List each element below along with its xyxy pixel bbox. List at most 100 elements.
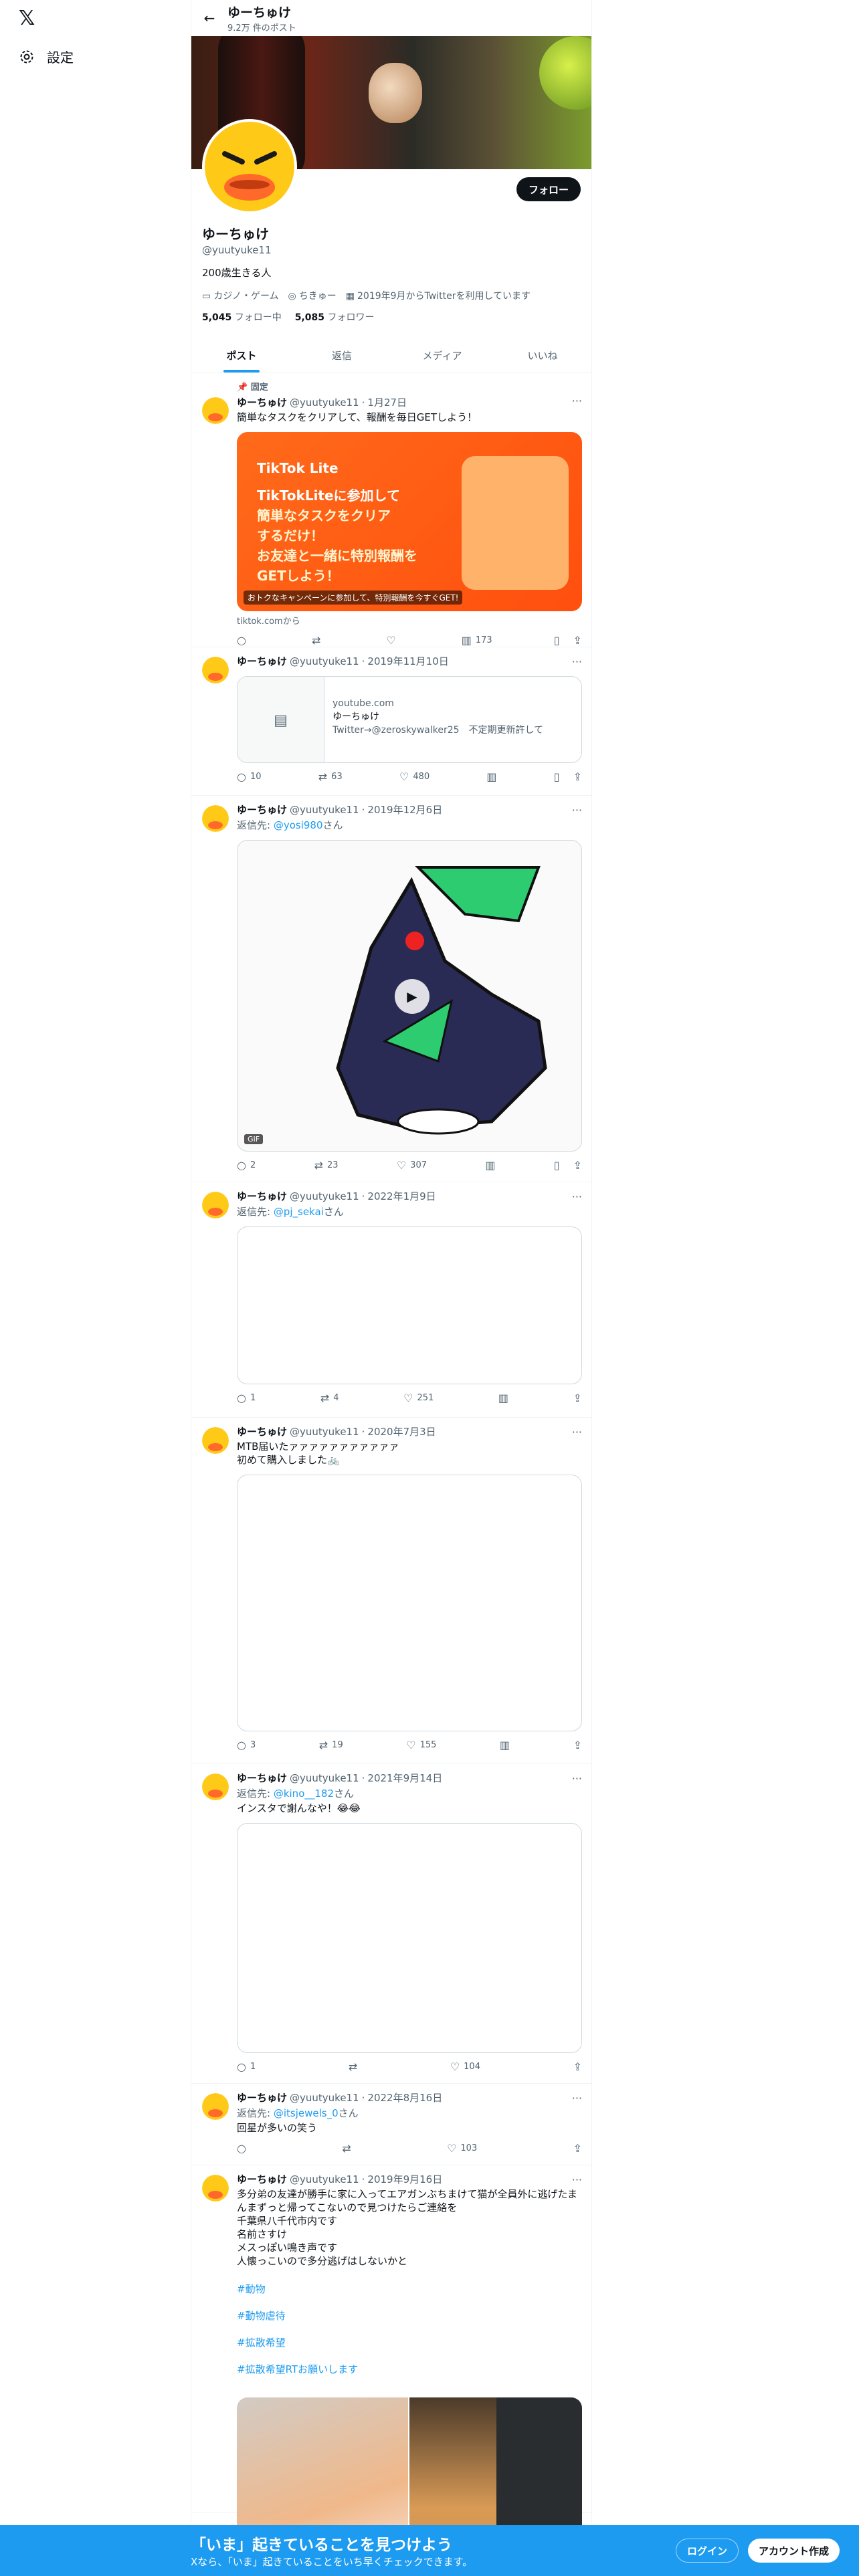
views-button[interactable]: ▥: [498, 1392, 508, 1404]
post-date[interactable]: 2022年1月9日: [367, 1189, 436, 1203]
like-button[interactable]: ♡ 480: [399, 770, 430, 783]
reply-to-link[interactable]: @itsjewels_0: [274, 2107, 339, 2119]
following-link[interactable]: 5,045 フォロー中: [202, 310, 282, 324]
post-author[interactable]: ゆーちゅけ: [237, 1189, 287, 1203]
avatar[interactable]: [202, 2175, 229, 2202]
media-placeholder[interactable]: [237, 1823, 582, 2053]
settings-link[interactable]: 設定: [19, 47, 74, 66]
post-author[interactable]: ゆーちゅけ: [237, 1771, 287, 1785]
play-icon[interactable]: ▶: [395, 979, 430, 1014]
share-button[interactable]: ⇪: [573, 2060, 582, 2073]
post[interactable]: ··· ゆーちゅけ @yuutyuke11 · 2019年11月10日 ▤ youtu…: [191, 647, 591, 796]
retweet-button[interactable]: ⇄ 63: [318, 770, 343, 783]
link-card[interactable]: ▤ youtube.com ゆーちゅけ Twitter→@zeroskywalk…: [237, 676, 582, 763]
reply-button[interactable]: ○ 3: [237, 1739, 256, 1751]
signup-button[interactable]: アカウント作成: [748, 2539, 840, 2563]
reply-button[interactable]: ○: [237, 2142, 246, 2155]
like-button[interactable]: ♡: [386, 634, 399, 647]
bookmark-share[interactable]: ▯ ⇪: [554, 634, 582, 647]
more-icon[interactable]: ···: [572, 1772, 582, 1785]
avatar[interactable]: [202, 1427, 229, 1454]
retweet-button[interactable]: ⇄ 4: [320, 1392, 339, 1404]
more-icon[interactable]: ···: [572, 2092, 582, 2105]
bookmark-share[interactable]: ▯ ⇪: [554, 1159, 582, 1172]
back-arrow-icon[interactable]: ←: [191, 10, 227, 26]
like-button[interactable]: ♡ 155: [406, 1739, 436, 1751]
post[interactable]: ··· ゆーちゅけ @yuutyuke11 · 2019年9月16日 多分弟の友達が勝…: [191, 2165, 591, 2576]
views-button[interactable]: ▥: [485, 1159, 495, 1172]
post-date[interactable]: 2019年11月10日: [367, 654, 448, 668]
reply-button[interactable]: ○: [237, 634, 250, 647]
post[interactable]: ··· ゆーちゅけ @yuutyuke11 · 2022年8月16日 返信先: @it…: [191, 2084, 591, 2165]
reply-button[interactable]: ○ 1: [237, 2060, 256, 2073]
hashtag-link[interactable]: #拡散希望: [237, 2336, 582, 2349]
post-date[interactable]: 2020年7月3日: [367, 1424, 436, 1438]
post-author[interactable]: ゆーちゅけ: [237, 2172, 287, 2186]
retweet-button[interactable]: ⇄: [312, 634, 324, 647]
x-logo-icon[interactable]: 𝕏: [19, 7, 35, 30]
post-date[interactable]: 1月27日: [367, 395, 407, 409]
reply-to-link[interactable]: @pj_sekai: [274, 1206, 324, 1218]
like-button[interactable]: ♡ 104: [450, 2060, 480, 2073]
share-button[interactable]: ⇪: [573, 2142, 582, 2155]
avatar[interactable]: [202, 397, 229, 424]
avatar[interactable]: [202, 2093, 229, 2120]
more-icon[interactable]: ···: [572, 804, 582, 817]
retweet-button[interactable]: ⇄: [349, 2060, 357, 2073]
reply-to-link[interactable]: @yosi980: [274, 819, 323, 831]
login-button[interactable]: ログイン: [676, 2539, 739, 2563]
views-button[interactable]: ▥: [486, 770, 496, 783]
media-placeholder[interactable]: [237, 1475, 582, 1731]
avatar[interactable]: [202, 805, 229, 832]
post-author[interactable]: ゆーちゅけ: [237, 802, 287, 817]
post[interactable]: ··· ゆーちゅけ @yuutyuke11 · 2019年12月6日 返信先: @yo…: [191, 796, 591, 1182]
post[interactable]: ··· ゆーちゅけ @yuutyuke11 · 2020年7月3日 MTB届いたァァァ…: [191, 1418, 591, 1764]
media-placeholder[interactable]: [237, 1226, 582, 1384]
reply-button[interactable]: ○ 10: [237, 770, 262, 783]
ad-image[interactable]: TikTok Lite TikTokLiteに参加して 簡単なタスクをクリア す…: [237, 432, 582, 611]
tab-likes[interactable]: いいね: [492, 338, 591, 372]
reply-button[interactable]: ○ 1: [237, 1392, 256, 1404]
post-date[interactable]: 2021年9月14日: [367, 1771, 442, 1785]
post-date[interactable]: 2019年12月6日: [367, 802, 442, 817]
video-media[interactable]: ▶ GIF: [237, 840, 582, 1152]
post-author[interactable]: ゆーちゅけ: [237, 2090, 287, 2105]
views-button[interactable]: ▥: [500, 1739, 510, 1751]
views-button[interactable]: ▥ 173: [462, 634, 492, 647]
avatar[interactable]: [202, 1774, 229, 1800]
retweet-button[interactable]: ⇄: [342, 2142, 351, 2155]
post-author[interactable]: ゆーちゅけ: [237, 1424, 287, 1438]
like-button[interactable]: ♡ 103: [447, 2142, 477, 2155]
more-icon[interactable]: ···: [572, 2173, 582, 2186]
reply-button[interactable]: ○ 2: [237, 1159, 256, 1172]
more-icon[interactable]: ···: [572, 1426, 582, 1438]
share-button[interactable]: ⇪: [573, 1739, 582, 1751]
retweet-button[interactable]: ⇄ 19: [319, 1739, 343, 1751]
post-author[interactable]: ゆーちゅけ: [237, 395, 287, 409]
hashtag-link[interactable]: #拡散希望RTお願いします: [237, 2363, 582, 2376]
more-icon[interactable]: ···: [572, 655, 582, 668]
bookmark-share[interactable]: ▯ ⇪: [554, 770, 582, 783]
post-date[interactable]: 2019年9月16日: [367, 2172, 442, 2186]
avatar[interactable]: [202, 1192, 229, 1218]
retweet-button[interactable]: ⇄ 23: [314, 1159, 339, 1172]
more-icon[interactable]: ···: [572, 395, 582, 407]
profile-avatar[interactable]: [202, 119, 297, 214]
post[interactable]: ··· ゆーちゅけ @yuutyuke11 · 2021年9月14日 返信先: @ki…: [191, 1764, 591, 2084]
hashtag-link[interactable]: #動物: [237, 2282, 582, 2296]
tab-posts[interactable]: ポスト: [191, 338, 292, 372]
tab-replies[interactable]: 返信: [292, 338, 392, 372]
post[interactable]: ··· ゆーちゅけ @yuutyuke11 · 2022年1月9日 返信先: @pj_…: [191, 1182, 591, 1418]
hashtag-link[interactable]: #動物虐待: [237, 2309, 582, 2323]
post-source[interactable]: tiktok.comから: [237, 614, 582, 627]
post[interactable]: 📌 固定 ··· ゆーちゅけ @yuutyuke11 · 1月27日 簡単なタスクをク…: [191, 373, 591, 647]
post-date[interactable]: 2022年8月16日: [367, 2090, 442, 2105]
follow-button[interactable]: フォロー: [516, 177, 581, 201]
tab-media[interactable]: メディア: [392, 338, 492, 372]
followers-link[interactable]: 5,085 フォロワー: [295, 310, 375, 324]
like-button[interactable]: ♡ 251: [403, 1392, 434, 1404]
reply-to-link[interactable]: @kino__182: [274, 1788, 334, 1800]
avatar[interactable]: [202, 657, 229, 683]
share-button[interactable]: ⇪: [573, 1392, 582, 1404]
more-icon[interactable]: ···: [572, 1190, 582, 1203]
